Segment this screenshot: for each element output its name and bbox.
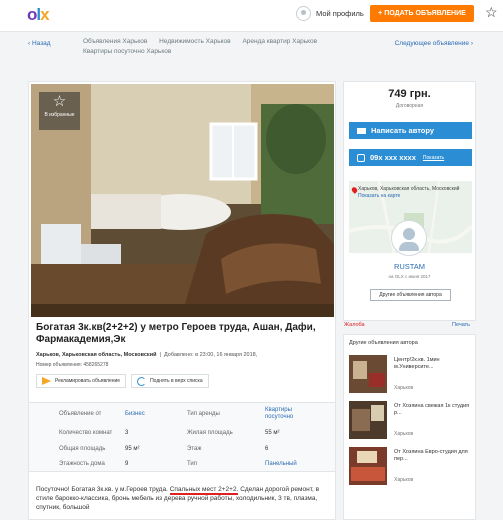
- prop-value: 9: [125, 461, 129, 467]
- list-item[interactable]: Центр!2к.кв. 1мин м.Университе... Харько…: [349, 355, 473, 399]
- ad-title: От Хозяина свежая 1к студия р...: [394, 403, 470, 416]
- post-ad-button[interactable]: + ПОДАТЬ ОБЪЯВЛЕНИЕ: [370, 5, 474, 22]
- prop-value: 6: [265, 446, 269, 452]
- write-author-button[interactable]: Написать автору: [349, 122, 472, 139]
- write-author-label: Написать автору: [371, 126, 435, 135]
- envelope-icon: [357, 127, 366, 134]
- flag-icon: [42, 377, 51, 385]
- prop-label: Этаж: [187, 446, 202, 452]
- ad-title: Центр!2к.кв. 1мин м.Университе...: [394, 357, 440, 370]
- complain-link[interactable]: Жалоба: [344, 322, 365, 328]
- show-phone-link[interactable]: Показать: [423, 155, 444, 161]
- listing-card: ☆ В избранные Богатая 3к.кв(2+2+2) у мет…: [28, 81, 336, 520]
- list-item[interactable]: От Хозяина Евро-студия для пер... Харько…: [349, 447, 473, 491]
- listing-photo[interactable]: ☆ В избранные: [31, 84, 334, 317]
- prop-value: 95 м²: [125, 446, 140, 452]
- prop-value: 55 м²: [265, 430, 280, 436]
- promote-button[interactable]: Рекламировать объявление: [36, 374, 127, 388]
- breadcrumb-item[interactable]: Квартиры посуточно Харьков: [83, 48, 171, 55]
- map-address: Харьков, Харьковская область, Московский…: [358, 186, 459, 200]
- ad-thumbnail: [349, 355, 387, 393]
- breadcrumb: ‹ Назад Объявления Харьков Недвижимость …: [28, 37, 473, 59]
- olx-logo[interactable]: olx: [27, 5, 50, 25]
- breadcrumb-list: Объявления Харьков Недвижимость Харьков …: [83, 37, 327, 57]
- phone-number: 09х ххх хххх: [370, 153, 416, 162]
- added-date: Добавлено: в 23:00, 16 января 2018,: [164, 352, 258, 358]
- ad-city: Харьков: [394, 385, 414, 391]
- ad-title: От Хозяина Евро-студия для пер...: [394, 449, 468, 462]
- next-ad-link[interactable]: Следующее объявление ›: [395, 40, 473, 47]
- prop-value[interactable]: Бизнес: [125, 411, 145, 417]
- prop-label: Объявление от: [59, 411, 102, 417]
- other-ads-heading: Другие объявления автора: [349, 340, 418, 346]
- prop-value: 3: [125, 430, 129, 436]
- prop-label: Тип аренды: [187, 411, 220, 417]
- ad-number: Номер объявления: 458265278: [36, 362, 109, 368]
- desc-part: Посуточно! Богатая 3к.кв. у м.Героев тру…: [36, 486, 168, 493]
- favorites-star-icon[interactable]: ☆: [485, 4, 498, 21]
- prop-label: Жилая площадь: [187, 430, 233, 436]
- show-on-map-link[interactable]: Показать на карте: [358, 193, 459, 200]
- price: 749 грн.: [388, 88, 431, 100]
- back-link[interactable]: ‹ Назад: [28, 40, 51, 47]
- refresh-icon: [137, 376, 147, 386]
- price-note: Договорная: [395, 103, 424, 109]
- seller-name[interactable]: RUSTAM: [344, 262, 475, 271]
- add-to-favorites[interactable]: ☆ В избранные: [39, 92, 80, 130]
- top-header: olx Мой профиль + ПОДАТЬ ОБЪЯВЛЕНИЕ ☆: [0, 0, 503, 32]
- print-link[interactable]: Печать: [452, 322, 470, 328]
- list-item[interactable]: От Хозяина свежая 1к студия р... Харьков: [349, 401, 473, 445]
- breadcrumb-item[interactable]: Недвижимость Харьков: [159, 38, 230, 45]
- star-icon: ☆: [52, 93, 67, 110]
- prop-label: Этажность дома: [59, 461, 105, 467]
- user-icon: [296, 6, 311, 21]
- prop-label: Количество комнат: [59, 430, 113, 436]
- desc-highlight: Спальных мест 2+2+2.: [169, 486, 239, 495]
- action-row: Рекламировать объявление Поднять в верх …: [36, 374, 209, 388]
- ad-city: Харьков: [394, 431, 414, 437]
- listing-description: Посуточно! Богатая 3к.кв. у м.Героев тру…: [36, 485, 332, 512]
- contact-card: 749 грн. Договорная Написать автору 09х …: [343, 81, 476, 321]
- raise-label: Поднять в верх списка: [150, 378, 203, 384]
- breadcrumb-item[interactable]: Аренда квартир Харьков: [242, 38, 317, 45]
- breadcrumb-item[interactable]: Объявления Харьков: [83, 38, 147, 45]
- other-ads-panel: Другие объявления автора Центр!2к.кв. 1м…: [343, 334, 476, 520]
- prop-value[interactable]: Панельный: [265, 461, 297, 467]
- seller-since: на OLX с июня 2017: [388, 274, 431, 279]
- ad-thumbnail: [349, 447, 387, 485]
- favorites-label: В избранные: [44, 112, 75, 118]
- ad-city: Харьков: [394, 477, 414, 483]
- listing-title: Богатая 3к.кв(2+2+2) у метро Героев труд…: [36, 322, 316, 345]
- prop-value[interactable]: Квартиры посуточно: [265, 407, 310, 421]
- ad-thumbnail: [349, 401, 387, 439]
- promote-label: Рекламировать объявление: [55, 378, 121, 384]
- prop-label: Тип: [187, 461, 198, 467]
- my-profile-link[interactable]: Мой профиль: [296, 6, 364, 21]
- other-ads-button[interactable]: Другие объявления автора: [370, 289, 451, 301]
- properties-table: Объявление от Бизнес Тип аренды Квартиры…: [29, 402, 335, 472]
- phone-icon: [357, 153, 365, 162]
- listing-location: Харьков, Харьковская область, Московский…: [36, 352, 258, 358]
- location-text[interactable]: Харьков, Харьковская область, Московский: [36, 352, 156, 358]
- phone-button[interactable]: 09х ххх хххх Показать: [349, 149, 472, 166]
- prop-label: Общая площадь: [59, 446, 106, 452]
- raise-button[interactable]: Поднять в верх списка: [131, 374, 209, 388]
- my-profile-label: Мой профиль: [316, 9, 364, 18]
- address-text: Харьков, Харьковская область, Московский: [358, 186, 460, 192]
- seller-avatar: [391, 220, 427, 256]
